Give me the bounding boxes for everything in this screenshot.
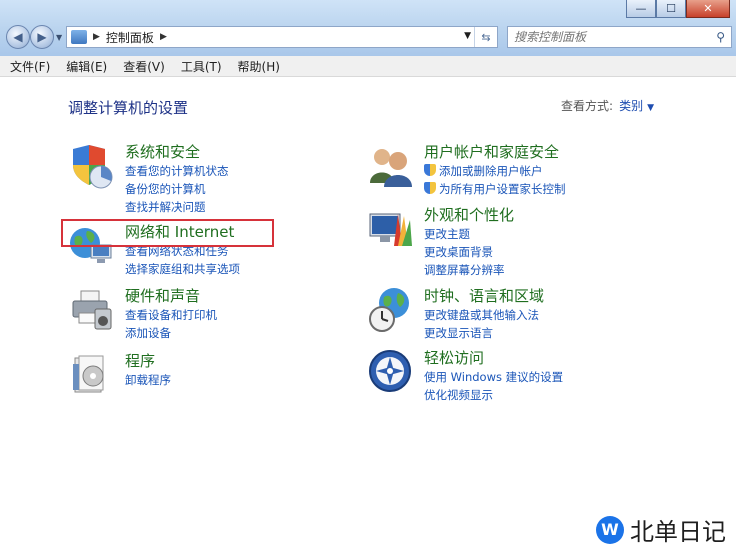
refresh-button[interactable]: ⇆ (474, 27, 497, 47)
link-change-input-method[interactable]: 更改键盘或其他输入法 (424, 306, 684, 324)
dropdown-arrow-icon[interactable]: ▼ (647, 103, 654, 113)
link-change-display-language[interactable]: 更改显示语言 (424, 324, 684, 342)
link-homegroup-sharing[interactable]: 选择家庭组和共享选项 (125, 260, 385, 278)
address-bar[interactable]: ▶ 控制面板 ▶ ▼ ⇆ (66, 26, 498, 48)
category-title[interactable]: 硬件和声音 (125, 287, 385, 306)
recent-pages-dropdown[interactable]: ▼ (56, 33, 62, 42)
link-uninstall-program[interactable]: 卸载程序 (125, 371, 385, 389)
category-title[interactable]: 用户帐户和家庭安全 (424, 143, 684, 162)
link-backup-computer[interactable]: 备份您的计算机 (125, 180, 385, 198)
watermark: W 北单日记 (592, 510, 730, 549)
link-label: 添加或删除用户帐户 (439, 164, 543, 178)
link-windows-recommended-settings[interactable]: 使用 Windows 建议的设置 (424, 368, 684, 386)
category-title[interactable]: 系统和安全 (125, 143, 385, 162)
highlight-box (61, 219, 274, 247)
minimize-button[interactable]: — (626, 0, 656, 18)
back-button[interactable]: ◀ (6, 25, 30, 49)
view-by-dropdown[interactable]: 类别 (619, 99, 643, 113)
link-devices-printers[interactable]: 查看设备和打印机 (125, 306, 385, 324)
link-screen-resolution[interactable]: 调整屏幕分辨率 (424, 261, 684, 279)
menu-bar: 文件(F) 编辑(E) 查看(V) 工具(T) 帮助(H) (0, 56, 736, 77)
view-by-control: 查看方式: 类别 ▼ (561, 97, 654, 114)
view-by-label: 查看方式: (561, 99, 614, 113)
appearance-icon (369, 213, 412, 246)
refresh-icon: ⇆ (481, 30, 491, 44)
link-add-remove-user[interactable]: 添加或删除用户帐户 (424, 162, 684, 180)
link-change-background[interactable]: 更改桌面背景 (424, 243, 684, 261)
link-label: 为所有用户设置家长控制 (439, 182, 566, 196)
forward-arrow-icon: ▶ (37, 30, 47, 44)
search-input[interactable] (508, 29, 706, 45)
close-button[interactable]: ✕ (686, 0, 730, 18)
watermark-text: 北单日记 (630, 518, 726, 546)
control-panel-content: 调整计算机的设置 查看方式: 类别 ▼ 系统和安全 查看您的计算机状态 备份您的计算… (0, 77, 736, 551)
search-icon[interactable]: ⚲ (716, 30, 725, 44)
menu-view[interactable]: 查看(V) (115, 58, 173, 75)
breadcrumb-control-panel[interactable]: 控制面板 (106, 29, 154, 46)
uac-shield-icon (424, 182, 436, 194)
menu-help[interactable]: 帮助(H) (230, 58, 288, 75)
category-title[interactable]: 程序 (125, 352, 385, 371)
printer-icon (72, 290, 112, 330)
window-controls: — ☐ ✕ (626, 0, 730, 18)
link-change-theme[interactable]: 更改主题 (424, 225, 684, 243)
window-chrome: — ☐ ✕ ◀ ▶ ▼ ▶ 控制面板 ▶ ▼ ⇆ ⚲ (0, 0, 736, 56)
link-optimize-video-display[interactable]: 优化视频显示 (424, 386, 684, 404)
menu-edit[interactable]: 编辑(E) (58, 58, 115, 75)
link-troubleshoot[interactable]: 查找并解决问题 (125, 198, 385, 216)
menu-tools[interactable]: 工具(T) (173, 58, 230, 75)
breadcrumb-chevron-icon[interactable]: ▶ (93, 32, 100, 42)
control-panel-icon (71, 30, 87, 44)
menu-file[interactable]: 文件(F) (0, 58, 58, 75)
link-add-device[interactable]: 添加设备 (125, 324, 385, 342)
clock-globe-icon (369, 288, 409, 332)
link-check-computer-status[interactable]: 查看您的计算机状态 (125, 162, 385, 180)
ease-of-access-icon (369, 350, 411, 392)
breadcrumb-chevron-icon[interactable]: ▶ (160, 32, 167, 42)
category-title[interactable]: 轻松访问 (424, 349, 684, 368)
category-title[interactable]: 外观和个性化 (424, 206, 684, 225)
maximize-button[interactable]: ☐ (656, 0, 686, 18)
uac-shield-icon (424, 164, 436, 176)
shield-chart-icon (73, 145, 113, 189)
page-title: 调整计算机的设置 (68, 99, 189, 117)
forward-button[interactable]: ▶ (30, 25, 54, 49)
users-icon (370, 149, 412, 187)
link-parental-controls[interactable]: 为所有用户设置家长控制 (424, 180, 684, 198)
back-arrow-icon: ◀ (13, 30, 23, 44)
watermark-logo: W (596, 515, 624, 544)
category-title[interactable]: 时钟、语言和区域 (424, 287, 684, 306)
programs-icon (73, 355, 104, 393)
address-dropdown-icon[interactable]: ▼ (464, 31, 471, 41)
search-box[interactable]: ⚲ (507, 26, 732, 48)
